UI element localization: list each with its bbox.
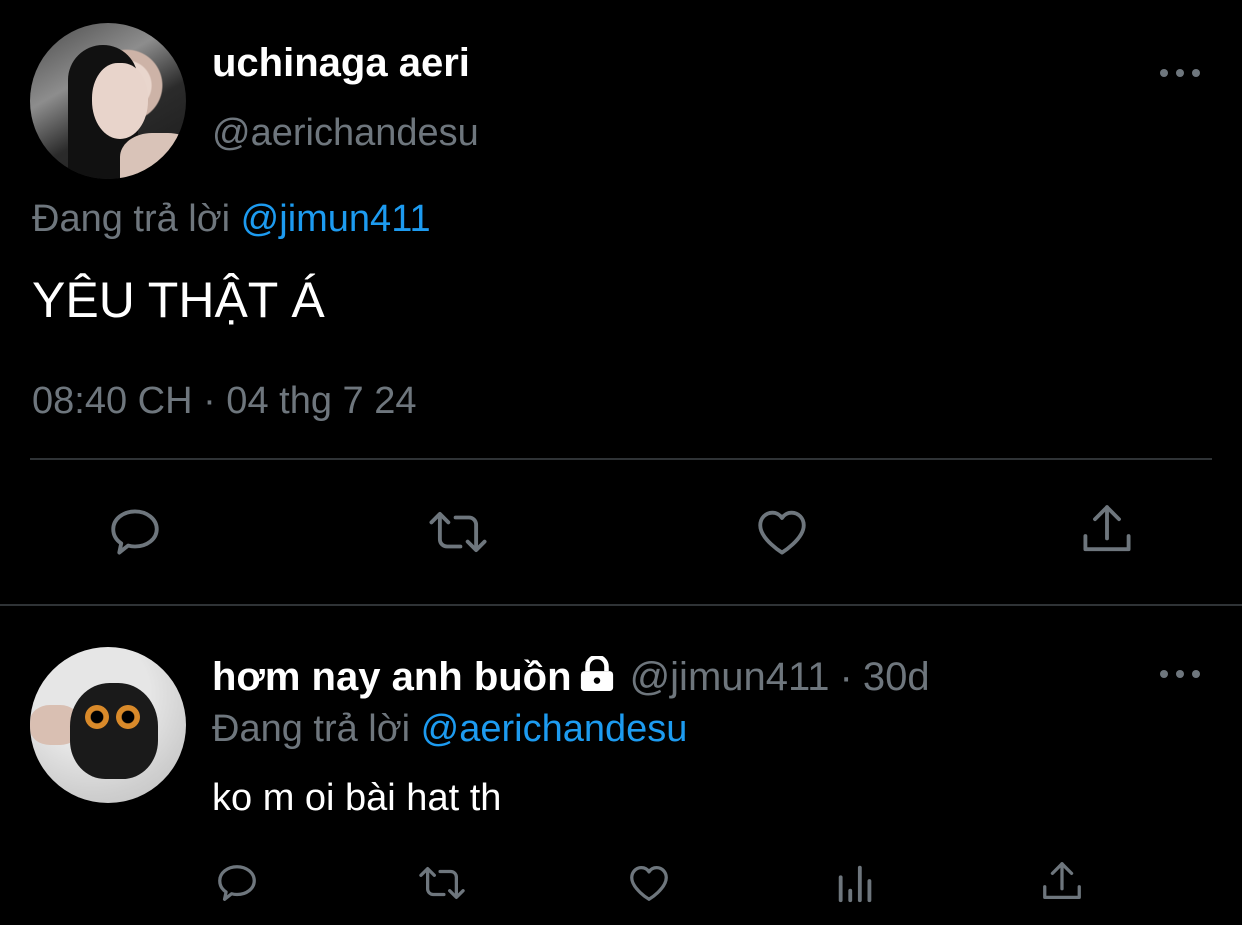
reply-tweet-header: hơm nay anh buồn @jimun411 · 30d — [212, 654, 930, 702]
share-icon[interactable] — [1039, 858, 1085, 906]
analytics-icon[interactable] — [834, 860, 878, 906]
like-icon[interactable] — [626, 860, 672, 906]
avatar-owl-eye — [85, 705, 109, 729]
reply-tweet-age[interactable]: 30d — [863, 655, 930, 699]
divider — [30, 458, 1212, 460]
main-tweet-timestamp[interactable]: 08:40 CH · 04 thg 7 24 — [32, 378, 416, 424]
tweet-separator — [0, 604, 1242, 606]
replying-label: Đang trả lời — [32, 198, 231, 240]
main-tweet-display-name[interactable]: uchinaga aeri — [212, 40, 470, 86]
like-icon[interactable] — [753, 503, 811, 561]
reply-tweet-text: ko m oi bài hat th — [212, 777, 502, 819]
share-icon[interactable] — [1078, 500, 1136, 560]
avatar-owl — [70, 683, 158, 779]
avatar-owl-eye — [116, 705, 140, 729]
lock-icon — [578, 654, 616, 702]
tweet-thread: uchinaga aeri @aerichandesu Đang trả lời… — [0, 0, 1242, 925]
replying-mention-link[interactable]: @jimun411 — [241, 198, 431, 240]
main-tweet-replying-to: Đang trả lời @jimun411 — [32, 196, 431, 242]
retweet-icon[interactable] — [415, 860, 469, 906]
meta-separator: · — [839, 655, 853, 699]
reply-icon[interactable] — [214, 860, 260, 906]
main-tweet-avatar[interactable] — [30, 23, 186, 179]
main-tweet-more-icon[interactable] — [1160, 63, 1200, 83]
reply-tweet-replying-to: Đang trả lời @aerichandesu — [212, 706, 687, 752]
reply-tweet-handle[interactable]: @jimun411 — [630, 655, 830, 699]
avatar-face — [92, 63, 148, 139]
avatar-shoulder — [120, 133, 186, 179]
main-tweet-text: YÊU THẬT Á — [32, 272, 325, 328]
retweet-icon[interactable] — [425, 503, 491, 561]
main-tweet-handle[interactable]: @aerichandesu — [212, 110, 479, 156]
reply-tweet-more-icon[interactable] — [1160, 664, 1200, 684]
reply-tweet-avatar[interactable] — [30, 647, 186, 803]
reply-icon[interactable] — [106, 503, 164, 561]
reply-tweet-display-name[interactable]: hơm nay anh buồn — [212, 655, 572, 699]
replying-mention-link[interactable]: @aerichandesu — [421, 708, 688, 750]
replying-label: Đang trả lời — [212, 708, 411, 750]
